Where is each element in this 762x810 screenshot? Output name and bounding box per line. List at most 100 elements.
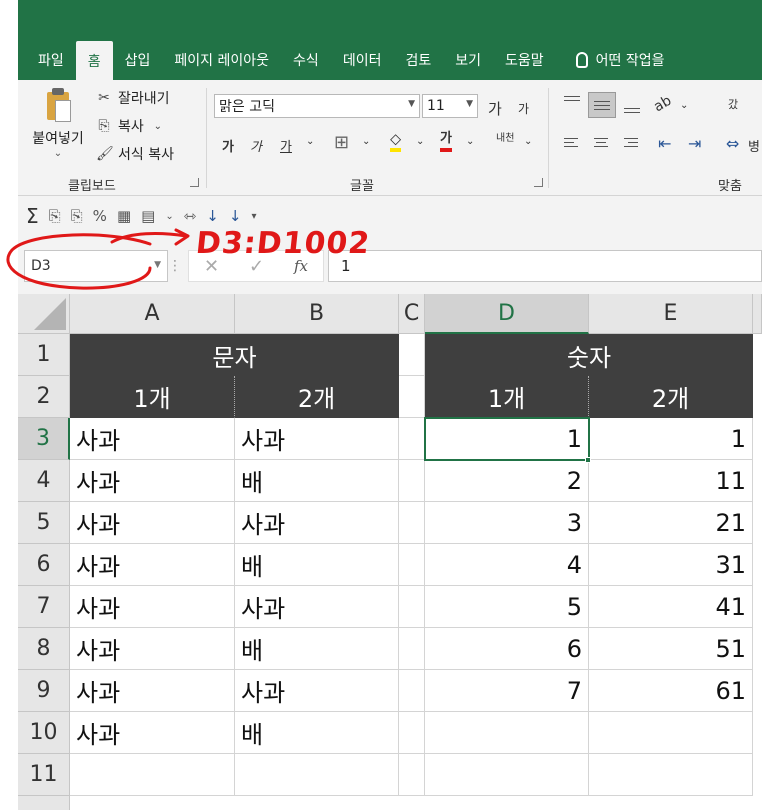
cell-b5[interactable]: 사과 xyxy=(235,502,399,544)
cell-a3[interactable]: 사과 xyxy=(70,418,235,460)
column-header-a[interactable]: A xyxy=(70,294,235,334)
italic-button[interactable]: 가 xyxy=(250,136,262,155)
tab-home[interactable]: 홈 xyxy=(75,41,113,81)
cell-c11[interactable] xyxy=(399,754,425,796)
cell-c8[interactable] xyxy=(399,628,425,670)
row-header-10[interactable]: 10 xyxy=(18,712,70,754)
cell-e8[interactable]: 51 xyxy=(589,628,753,670)
sort-ascending-icon[interactable]: ↓ xyxy=(206,207,219,225)
copy-button[interactable]: ⎘ 복사 ⌄ xyxy=(96,116,166,136)
cell-e7[interactable]: 41 xyxy=(589,586,753,628)
cell-d3[interactable]: 1 xyxy=(425,418,589,460)
orientation-icon[interactable]: ab xyxy=(651,93,674,116)
chevron-down-icon[interactable]: ⌄ xyxy=(466,136,474,147)
decrease-indent-icon[interactable]: ⇤ xyxy=(658,134,671,153)
tab-file[interactable]: 파일 xyxy=(18,40,76,80)
paste-button[interactable]: 붙여넣기 ⌄ xyxy=(28,88,88,168)
paste-values-icon[interactable]: ⎘ xyxy=(71,207,83,225)
cell-a8[interactable]: 사과 xyxy=(70,628,235,670)
cell-e2[interactable]: 2개 xyxy=(589,376,753,418)
tell-me-search[interactable]: 어떤 작업을 xyxy=(556,40,677,80)
column-header-f[interactable] xyxy=(753,294,762,334)
cell-e11[interactable] xyxy=(589,754,753,796)
cell-d7[interactable]: 5 xyxy=(425,586,589,628)
cell-a1-merged[interactable]: 문자 xyxy=(70,334,399,376)
cell-b11[interactable] xyxy=(235,754,399,796)
tab-view[interactable]: 보기 xyxy=(443,40,493,80)
cell-c5[interactable] xyxy=(399,502,425,544)
cell-a5[interactable]: 사과 xyxy=(70,502,235,544)
cut-button[interactable]: ✂ 잘라내기 xyxy=(96,88,169,108)
cell-e6[interactable]: 31 xyxy=(589,544,753,586)
cell-b8[interactable]: 배 xyxy=(235,628,399,670)
align-top-icon[interactable] xyxy=(562,94,582,114)
row-header-4[interactable]: 4 xyxy=(18,460,70,502)
cell-e9[interactable]: 61 xyxy=(589,670,753,712)
cell-d4[interactable]: 2 xyxy=(425,460,589,502)
font-size-select[interactable]: 11 ▼ xyxy=(422,94,478,118)
tab-insert[interactable]: 삽입 xyxy=(113,40,163,80)
insert-function-icon[interactable]: ⎘ xyxy=(49,207,61,225)
row-header-3[interactable]: 3 xyxy=(18,418,70,460)
cell-a2[interactable]: 1개 xyxy=(70,376,235,418)
cell-d6[interactable]: 4 xyxy=(425,544,589,586)
tab-help[interactable]: 도움말 xyxy=(493,40,556,80)
cell-c1[interactable] xyxy=(399,334,425,376)
font-dialog-launcher-icon[interactable] xyxy=(534,178,543,187)
cell-d5[interactable]: 3 xyxy=(425,502,589,544)
row-header-8[interactable]: 8 xyxy=(18,628,70,670)
cell-e3[interactable]: 1 xyxy=(589,418,753,460)
merge-center-button[interactable]: 병 xyxy=(748,136,760,155)
format-painter-button[interactable]: 🖌 서식 복사 xyxy=(96,144,174,164)
cell-c6[interactable] xyxy=(399,544,425,586)
column-header-e[interactable]: E xyxy=(589,294,753,334)
cell-b9[interactable]: 사과 xyxy=(235,670,399,712)
grow-font-button[interactable]: 가 xyxy=(488,98,502,119)
cell-a9[interactable]: 사과 xyxy=(70,670,235,712)
row-header-1[interactable]: 1 xyxy=(18,334,70,376)
cell-a4[interactable]: 사과 xyxy=(70,460,235,502)
tab-formulas[interactable]: 수식 xyxy=(281,40,331,80)
align-bottom-icon[interactable] xyxy=(622,94,642,118)
cell-b7[interactable]: 사과 xyxy=(235,586,399,628)
chevron-down-icon[interactable]: ⌄ xyxy=(306,136,314,147)
chevron-down-icon[interactable]: ⌄ xyxy=(362,136,370,147)
cell-b10[interactable]: 배 xyxy=(235,712,399,754)
column-header-c[interactable]: C xyxy=(399,294,425,334)
bold-button[interactable]: 가 xyxy=(222,136,234,155)
formula-bar-grip-icon[interactable]: ⋮ xyxy=(168,258,182,274)
formula-input[interactable]: 1 xyxy=(328,250,762,282)
chevron-down-icon[interactable]: ⌄ xyxy=(680,100,688,111)
column-header-d[interactable]: D xyxy=(425,294,589,334)
row-header-6[interactable]: 6 xyxy=(18,544,70,586)
sort-descending-icon[interactable]: ↓ xyxy=(229,207,242,225)
shrink-font-button[interactable]: 가 xyxy=(518,100,529,117)
font-color-button[interactable]: 가 xyxy=(440,130,452,152)
column-header-b[interactable]: B xyxy=(235,294,399,334)
row-header-5[interactable]: 5 xyxy=(18,502,70,544)
cell-c10[interactable] xyxy=(399,712,425,754)
cell-d1-merged[interactable]: 숫자 xyxy=(425,334,753,376)
table-format-icon[interactable]: ▤ xyxy=(141,207,155,225)
customize-toolbar-icon[interactable]: ▾ xyxy=(251,211,256,222)
cell-d11[interactable] xyxy=(425,754,589,796)
cell-d10[interactable] xyxy=(425,712,589,754)
worksheet-grid[interactable]: A B C D E 1 2 3 4 5 6 7 8 9 10 11 문자 숫자 … xyxy=(18,294,762,810)
cell-a6[interactable]: 사과 xyxy=(70,544,235,586)
row-header-2[interactable]: 2 xyxy=(18,376,70,418)
name-box[interactable]: D3 ▼ xyxy=(24,250,168,282)
row-header-11[interactable]: 11 xyxy=(18,754,70,796)
column-width-icon[interactable]: ⇿ xyxy=(184,207,197,225)
cell-e5[interactable]: 21 xyxy=(589,502,753,544)
wrap-text-button[interactable]: 갔 xyxy=(728,96,738,112)
chevron-down-icon[interactable]: ⌄ xyxy=(416,136,424,147)
percent-format-icon[interactable]: % xyxy=(93,207,107,225)
tab-page-layout[interactable]: 페이지 레이아웃 xyxy=(162,40,281,80)
align-right-icon[interactable] xyxy=(624,138,640,152)
row-header-7[interactable]: 7 xyxy=(18,586,70,628)
increase-indent-icon[interactable]: ⇥ xyxy=(688,134,701,153)
cell-a7[interactable]: 사과 xyxy=(70,586,235,628)
row-header-9[interactable]: 9 xyxy=(18,670,70,712)
cell-d2[interactable]: 1개 xyxy=(425,376,589,418)
cell-c2[interactable] xyxy=(399,376,425,418)
